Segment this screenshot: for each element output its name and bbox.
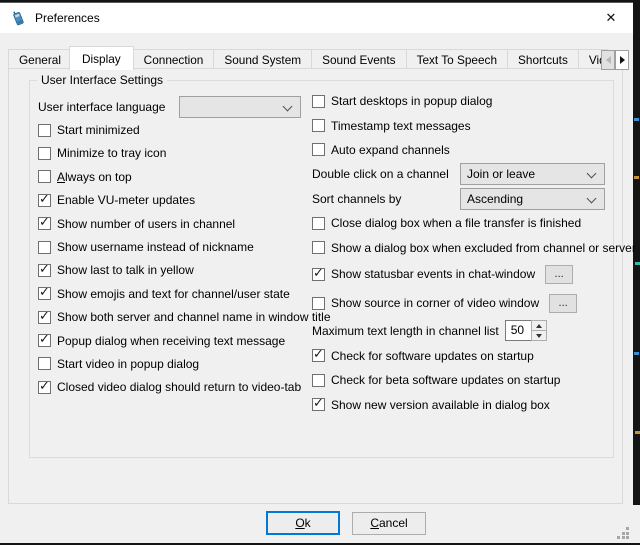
group-title: User Interface Settings (37, 73, 167, 87)
checkbox: ✓ (38, 217, 51, 230)
titlebar[interactable]: Preferences ✕ (0, 3, 633, 33)
sort-channels-label: Sort channels by (312, 192, 460, 206)
max-text-length-label: Maximum text length in channel list (312, 324, 499, 338)
double-click-row: Double click on a channel Join or leave (312, 162, 614, 186)
chevron-down-icon (587, 193, 597, 203)
checkbox-row-start-minimized[interactable]: Start minimized (38, 118, 312, 141)
tab-connection[interactable]: Connection (133, 49, 215, 70)
close-icon: ✕ (606, 10, 617, 26)
checkbox-row-show-user-count[interactable]: ✓ Show number of users in channel (38, 212, 312, 235)
tab-display[interactable]: Display (69, 46, 134, 70)
checkbox-row-start-desktops[interactable]: Start desktops in popup dialog (312, 89, 614, 113)
double-click-label: Double click on a channel (312, 167, 460, 181)
close-button[interactable]: ✕ (594, 3, 628, 33)
checkbox-row-excluded-dialog[interactable]: Show a dialog box when excluded from cha… (312, 235, 614, 259)
tab-sound-system[interactable]: Sound System (213, 49, 312, 70)
checkbox-row-closed-video-return[interactable]: ✓ Closed video dialog should return to v… (38, 376, 312, 399)
checkbox-row-popup-text-message[interactable]: ✓ Popup dialog when receiving text messa… (38, 329, 312, 352)
checkbox (312, 217, 325, 230)
checkbox (312, 119, 325, 132)
cancel-button[interactable]: Cancel (352, 512, 426, 535)
arrow-up-icon (536, 324, 542, 328)
checkbox-row-window-title[interactable]: ✓ Show both server and channel name in w… (38, 306, 312, 329)
checkbox (312, 95, 325, 108)
checkbox (312, 143, 325, 156)
spinner-up-button[interactable] (532, 321, 546, 331)
checkbox (38, 241, 51, 254)
checkbox: ✓ (38, 334, 51, 347)
button-row: Ok Cancel (0, 511, 633, 539)
checkbox: ✓ (38, 287, 51, 300)
checkbox-row-beta-updates[interactable]: Check for beta software updates on start… (312, 368, 614, 392)
left-column: User interface language Start minimized … (38, 95, 312, 399)
arrow-left-icon (606, 56, 611, 64)
sort-channels-value: Ascending (467, 192, 523, 206)
checkbox-row-show-username[interactable]: Show username instead of nickname (38, 235, 312, 258)
checkbox-row-software-updates[interactable]: ✓ Check for software updates on startup (312, 344, 614, 368)
tab-scroll-buttons (601, 50, 629, 70)
checkbox (38, 357, 51, 370)
checkbox-row-timestamp[interactable]: Timestamp text messages (312, 113, 614, 137)
checkbox-row-auto-expand[interactable]: Auto expand channels (312, 138, 614, 162)
video-source-options-button[interactable]: ... (549, 294, 577, 313)
checkbox-row-last-to-talk[interactable]: ✓ Show last to talk in yellow (38, 259, 312, 282)
language-label: User interface language (38, 100, 177, 114)
chevron-down-icon (587, 169, 597, 179)
tab-strip: General Display Connection Sound System … (8, 45, 608, 70)
language-dropdown[interactable] (179, 96, 301, 118)
app-icon (10, 10, 26, 26)
checkbox (312, 241, 325, 254)
max-text-length-spinner: 50 (505, 320, 547, 341)
tab-shortcuts[interactable]: Shortcuts (507, 49, 579, 70)
ok-button[interactable]: Ok (266, 511, 340, 535)
tab-scroll-right-button[interactable] (615, 50, 629, 70)
tab-scroll-left-button[interactable] (601, 50, 615, 70)
tab-general[interactable]: General (8, 49, 72, 70)
chevron-down-icon (283, 101, 293, 111)
statusbar-events-options-button[interactable]: ... (545, 265, 573, 284)
checkbox: ✓ (38, 311, 51, 324)
checkbox: ✓ (312, 268, 325, 281)
tab-text-to-speech[interactable]: Text To Speech (406, 49, 508, 70)
tab-sound-events[interactable]: Sound Events (311, 49, 406, 70)
checkbox-row-new-version-dialog[interactable]: ✓ Show new version available in dialog b… (312, 393, 614, 417)
arrow-right-icon (620, 56, 625, 64)
checkbox: ✓ (38, 381, 51, 394)
right-column: Start desktops in popup dialog Timestamp… (312, 89, 614, 417)
checkbox (312, 374, 325, 387)
max-text-length-row: Maximum text length in channel list 50 (312, 318, 614, 344)
checkbox: ✓ (38, 194, 51, 207)
checkbox-row-emojis[interactable]: ✓ Show emojis and text for channel/user … (38, 282, 312, 305)
checkbox-row-minimize-to-tray[interactable]: Minimize to tray icon (38, 142, 312, 165)
checkbox-row-close-on-transfer[interactable]: Close dialog box when a file transfer is… (312, 211, 614, 235)
checkbox (38, 147, 51, 160)
checkbox-row-always-on-top[interactable]: Always on top (38, 165, 312, 188)
statusbar-events-row[interactable]: ✓ Show statusbar events in chat-window .… (312, 260, 614, 289)
sort-channels-dropdown[interactable]: Ascending (460, 188, 605, 210)
preferences-window: Preferences ✕ General Display Connection… (0, 2, 633, 543)
sort-channels-row: Sort channels by Ascending (312, 187, 614, 211)
display-tab-page: User Interface Settings User interface l… (8, 68, 623, 504)
double-click-value: Join or leave (467, 167, 535, 181)
double-click-dropdown[interactable]: Join or leave (460, 163, 605, 185)
desktop-patch (633, 505, 640, 543)
resize-grip[interactable] (617, 527, 630, 540)
checkbox (38, 170, 51, 183)
checkbox (38, 124, 51, 137)
checkbox-row-vu-meter[interactable]: ✓ Enable VU-meter updates (38, 189, 312, 212)
checkbox: ✓ (312, 398, 325, 411)
checkbox: ✓ (38, 264, 51, 277)
arrow-down-icon (536, 334, 542, 338)
tab-bar: General Display Connection Sound System … (8, 44, 629, 70)
user-interface-settings-group: User Interface Settings User interface l… (29, 80, 614, 458)
checkbox-row-video-popup[interactable]: Start video in popup dialog (38, 352, 312, 375)
language-row: User interface language (38, 95, 312, 118)
checkbox (312, 297, 325, 310)
window-title: Preferences (35, 11, 100, 25)
checkbox: ✓ (312, 349, 325, 362)
video-source-corner-row[interactable]: Show source in corner of video window ..… (312, 289, 614, 318)
spinner-down-button[interactable] (532, 331, 546, 340)
max-text-length-input[interactable]: 50 (505, 320, 531, 341)
